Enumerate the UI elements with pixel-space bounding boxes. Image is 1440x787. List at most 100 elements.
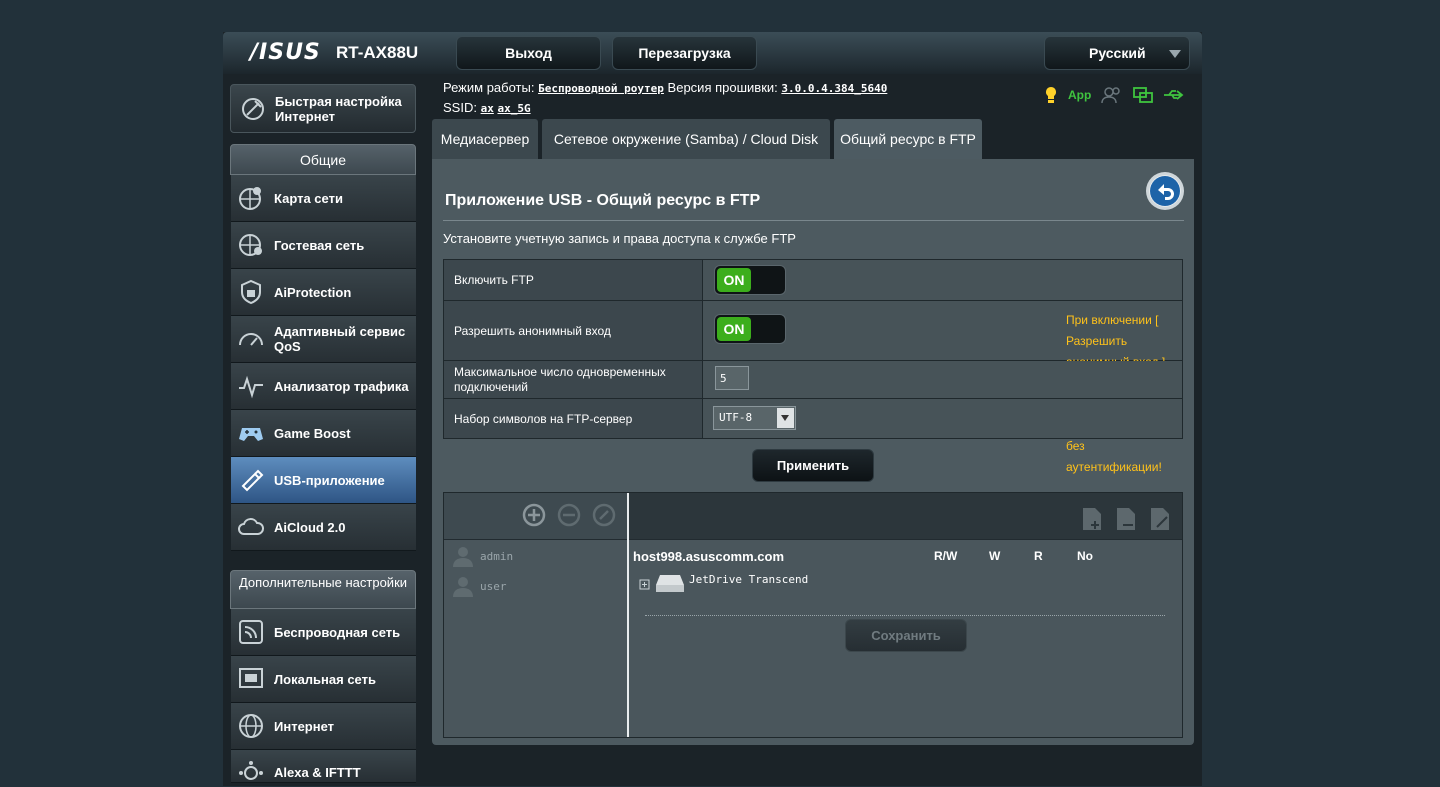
alexa-icon — [239, 761, 263, 780]
apply-button[interactable]: Применить — [752, 449, 874, 482]
clients-icon[interactable] — [1101, 86, 1123, 104]
remove-account-icon[interactable] — [557, 503, 581, 527]
account-toolbar — [444, 493, 627, 539]
dotted-divider — [645, 615, 1165, 616]
menu-item-guest-network[interactable]: Гостевая сеть — [231, 222, 416, 269]
menu-label: Alexa & IFTTT — [274, 765, 361, 780]
account-name: admin — [480, 549, 514, 563]
ssid-link-1[interactable]: ax — [481, 102, 494, 115]
firmware-label: Версия прошивки: — [667, 80, 778, 95]
menu-item-game-boost[interactable]: Game Boost — [231, 410, 416, 457]
row-label: Набор символов на FTP-сервер — [444, 399, 703, 438]
menu-item-wireless[interactable]: Беспроводная сеть — [231, 609, 416, 656]
menu-label: Адаптивный сервис QoS — [274, 324, 406, 354]
wizard-icon — [242, 97, 264, 120]
user-avatar-icon — [453, 577, 473, 597]
usb-status-icon[interactable] — [1163, 88, 1185, 102]
menu-item-alexa-ifttt[interactable]: Alexa & IFTTT — [231, 750, 416, 783]
app-link[interactable]: App — [1068, 88, 1091, 102]
perm-header-no: No — [1077, 549, 1093, 563]
menu-item-network-map[interactable]: Карта сети — [231, 175, 416, 222]
account-name: user — [480, 579, 507, 593]
ftp-settings-table: Включить FTP ON Разрешить анонимный вход… — [443, 259, 1183, 474]
add-account-icon[interactable] — [522, 503, 546, 527]
toggle-on-label: ON — [717, 268, 751, 292]
row-value: ON — [703, 260, 1182, 300]
mode-link[interactable]: Беспроводной роутер — [538, 82, 664, 95]
status-icons: App — [1044, 86, 1185, 104]
charset-select[interactable]: UTF-8 — [713, 406, 796, 430]
guest-network-icon — [239, 234, 262, 256]
tab-samba[interactable]: Сетевое окружение (Samba) / Cloud Disk — [542, 119, 830, 159]
wireless-icon — [239, 620, 263, 644]
shield-icon — [241, 279, 261, 305]
toolbar-divider — [444, 539, 1182, 540]
drive-item[interactable]: JetDrive Transcend — [639, 573, 808, 593]
toggle-on-label: ON — [717, 317, 751, 341]
account-item-user[interactable]: user — [452, 575, 507, 597]
ssid-label: SSID: — [443, 100, 477, 115]
menu-item-aicloud[interactable]: AiCloud 2.0 — [231, 504, 416, 551]
enable-ftp-toggle[interactable]: ON — [714, 265, 786, 295]
row-label: Максимальное число одновременных подключ… — [444, 361, 703, 398]
lan-status-icon[interactable] — [1133, 86, 1154, 104]
page-title: Приложение USB - Общий ресурс в FTP — [445, 192, 761, 209]
quick-setup-button[interactable]: Быстрая настройка Интернет — [230, 84, 416, 133]
menu-label: USB-приложение — [274, 472, 385, 488]
language-select[interactable]: Русский — [1044, 36, 1190, 70]
ssid-link-2[interactable]: ax_5G — [497, 102, 530, 115]
logout-button[interactable]: Выход — [456, 36, 601, 70]
menu-item-lan[interactable]: Локальная сеть — [231, 656, 416, 703]
advanced-section-header: Дополнительные настройки — [230, 570, 416, 609]
add-folder-icon[interactable] — [1081, 507, 1103, 531]
menu-label: Карта сети — [274, 190, 343, 206]
account-item-admin[interactable]: admin — [452, 545, 513, 567]
host-name: host998.asuscomm.com — [633, 549, 785, 564]
menu-label: Анализатор трафика — [274, 378, 409, 394]
back-button[interactable] — [1146, 172, 1184, 210]
language-value: Русский — [1089, 45, 1146, 61]
row-anonymous-login: Разрешить анонимный вход ON При включени… — [444, 301, 1182, 474]
expand-icon[interactable] — [639, 579, 651, 591]
user-avatar-icon — [453, 547, 473, 567]
tab-media-server[interactable]: Медиасервер — [432, 119, 538, 159]
menu-item-usb-application[interactable]: USB-приложение — [231, 457, 416, 504]
row-value: ON При включении [ Разрешить анонимный в… — [703, 301, 1182, 474]
perm-header-rw: R/W — [934, 549, 958, 563]
perm-header-w: W — [989, 549, 1001, 563]
router-info: Режим работы: Беспроводной роутер Версия… — [443, 78, 887, 118]
gamepad-icon — [239, 428, 263, 441]
panel-divider — [627, 493, 629, 737]
chevron-down-icon — [777, 408, 794, 428]
rename-folder-icon[interactable] — [1149, 507, 1171, 531]
menu-item-qos[interactable]: Адаптивный сервис QoS — [231, 316, 416, 363]
menu-label: Гостевая сеть — [274, 237, 365, 253]
usb-icon — [241, 469, 264, 492]
delete-folder-icon[interactable] — [1115, 507, 1137, 531]
max-connections-input[interactable]: 5 — [715, 366, 749, 390]
menu-item-traffic-analyzer[interactable]: Анализатор трафика — [231, 363, 416, 410]
row-label: Включить FTP — [444, 260, 703, 300]
traffic-analyzer-icon — [239, 375, 263, 399]
advanced-menu: Беспроводная сеть Локальная сеть Интерне… — [231, 609, 416, 783]
anonymous-login-toggle[interactable]: ON — [714, 314, 786, 344]
save-button[interactable]: Сохранить — [845, 619, 967, 652]
general-menu: Карта сети Гостевая сеть AiProtection Ад… — [231, 175, 416, 551]
row-value: 5 — [703, 361, 1182, 398]
row-value: UTF-8 — [703, 399, 1182, 438]
folder-toolbar — [628, 493, 1182, 539]
tab-ftp-share[interactable]: Общий ресурс в FTP — [834, 119, 982, 159]
lightbulb-icon[interactable] — [1044, 86, 1058, 104]
back-arrow-icon — [1150, 176, 1180, 206]
drive-icon — [656, 575, 684, 592]
row-charset: Набор символов на FTP-сервер UTF-8 — [444, 399, 1182, 438]
edit-account-icon[interactable] — [592, 503, 616, 527]
menu-item-internet[interactable]: Интернет — [231, 703, 416, 750]
menu-label: AiCloud 2.0 — [274, 519, 346, 535]
reboot-button[interactable]: Перезагрузка — [612, 36, 757, 70]
row-max-connections: Максимальное число одновременных подключ… — [444, 361, 1182, 399]
row-enable-ftp: Включить FTP ON — [444, 260, 1182, 301]
chevron-down-icon — [1169, 50, 1181, 58]
firmware-link[interactable]: 3.0.0.4.384_5640 — [781, 82, 887, 95]
menu-item-aiprotection[interactable]: AiProtection — [231, 269, 416, 316]
